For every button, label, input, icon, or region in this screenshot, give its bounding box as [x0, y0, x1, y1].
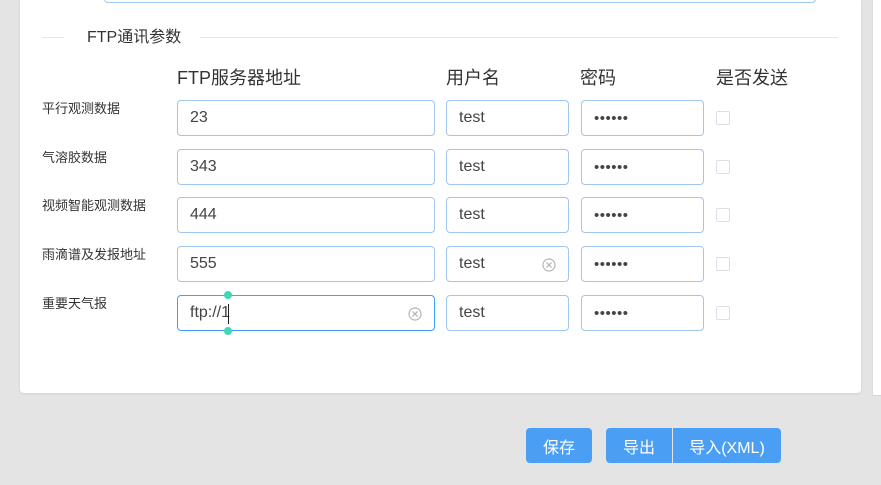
password-input[interactable] [582, 101, 703, 135]
send-checkbox[interactable] [716, 306, 730, 320]
clear-icon[interactable] [542, 258, 556, 272]
password-field[interactable] [581, 100, 704, 136]
send-checkbox[interactable] [716, 111, 730, 125]
username-input[interactable] [447, 150, 568, 184]
row-label: 雨滴谱及发报地址 [42, 247, 147, 262]
section-divider-right [200, 37, 838, 38]
server-address-field[interactable] [177, 149, 435, 185]
export-button[interactable]: 导出 [606, 428, 672, 463]
row-label: 气溶胶数据 [42, 150, 108, 165]
password-input[interactable] [582, 296, 703, 330]
server-address-field[interactable] [177, 246, 435, 282]
adjacent-panel-edge [872, 0, 881, 396]
username-field[interactable] [446, 149, 569, 185]
column-header-server: FTP服务器地址 [177, 68, 301, 88]
import-xml-button[interactable]: 导入(XML) [673, 428, 781, 463]
section-title: FTP通讯参数 [87, 29, 182, 46]
server-address-field[interactable] [177, 197, 435, 233]
server-address-input[interactable] [178, 198, 434, 232]
password-input[interactable] [582, 150, 703, 184]
column-header-send: 是否发送 [716, 68, 788, 88]
username-field[interactable] [446, 246, 569, 282]
selection-handle-bottom[interactable] [224, 327, 232, 335]
row-label: 重要天气报 [42, 296, 108, 311]
server-address-input[interactable] [178, 101, 434, 135]
username-field[interactable] [446, 100, 569, 136]
row-label: 平行观测数据 [42, 101, 121, 116]
server-address-input[interactable] [178, 296, 434, 330]
send-checkbox[interactable] [716, 160, 730, 174]
previous-input-field[interactable] [104, 0, 816, 3]
text-caret [228, 304, 229, 324]
save-button[interactable]: 保存 [526, 428, 592, 463]
send-checkbox[interactable] [716, 257, 730, 271]
password-input[interactable] [582, 247, 703, 281]
section-divider-left [42, 37, 64, 38]
password-field[interactable] [581, 246, 704, 282]
username-input[interactable] [447, 296, 568, 330]
clear-icon[interactable] [408, 307, 422, 321]
ftp-settings-panel [20, 0, 861, 393]
server-address-field[interactable] [177, 100, 435, 136]
password-input[interactable] [582, 198, 703, 232]
username-input[interactable] [447, 198, 568, 232]
username-input[interactable] [447, 101, 568, 135]
column-header-password: 密码 [580, 68, 616, 88]
column-header-username: 用户名 [446, 68, 500, 88]
server-address-input[interactable] [178, 247, 434, 281]
send-checkbox[interactable] [716, 208, 730, 222]
password-field[interactable] [581, 295, 704, 331]
server-address-input[interactable] [178, 150, 434, 184]
username-field[interactable] [446, 295, 569, 331]
password-field[interactable] [581, 197, 704, 233]
selection-handle-top[interactable] [224, 291, 232, 299]
password-field[interactable] [581, 149, 704, 185]
row-label: 视频智能观测数据 [42, 198, 147, 213]
server-address-field[interactable] [177, 291, 435, 335]
username-field[interactable] [446, 197, 569, 233]
